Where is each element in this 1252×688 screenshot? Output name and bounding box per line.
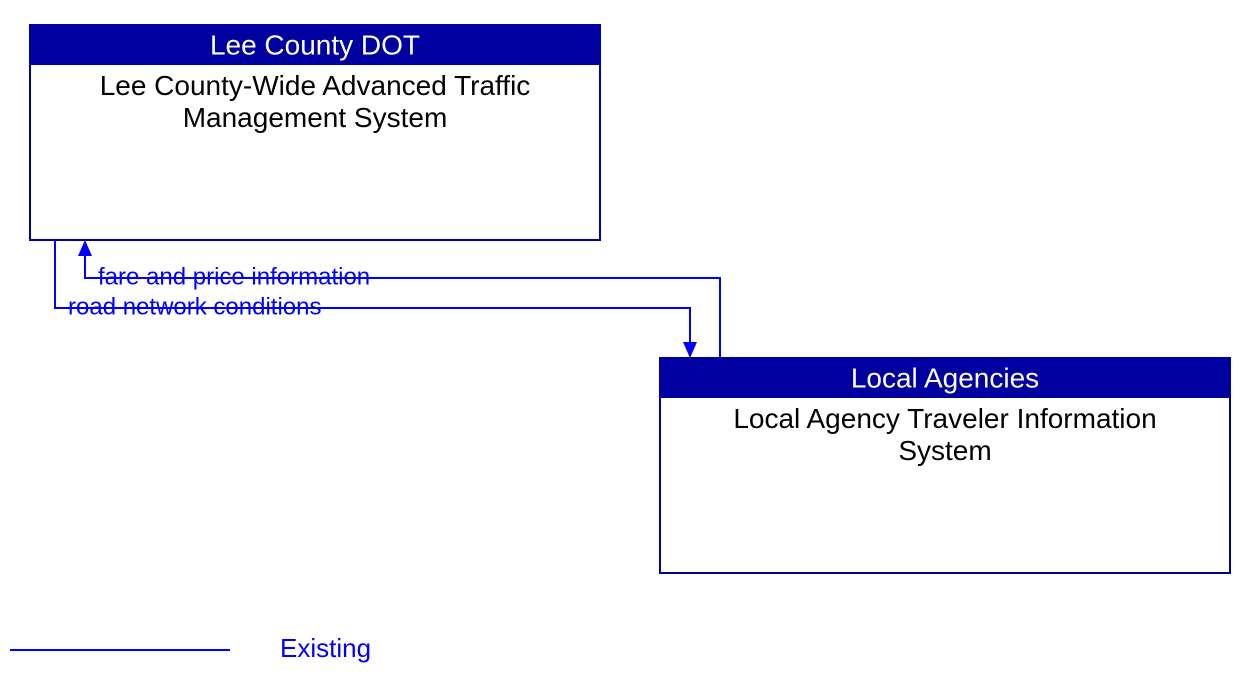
node-header-label: Lee County DOT [210, 29, 420, 60]
flow-road-network-conditions: road network conditions [55, 240, 697, 358]
architecture-diagram: Lee County DOT Lee County-Wide Advanced … [0, 0, 1252, 688]
flow-label: road network conditions [68, 293, 321, 320]
node-title-line1: Lee County-Wide Advanced Traffic [100, 70, 531, 101]
node-local-agencies: Local Agencies Local Agency Traveler Inf… [660, 358, 1230, 573]
flow-label: fare and price information [98, 263, 370, 290]
node-title-line2: System [898, 435, 991, 466]
node-title-line1: Local Agency Traveler Information [733, 403, 1156, 434]
arrowhead-icon [683, 342, 697, 358]
legend-label-existing: Existing [280, 633, 371, 663]
node-header-label: Local Agencies [851, 362, 1039, 393]
legend: Existing [10, 633, 371, 663]
node-title-line2: Management System [183, 102, 448, 133]
node-lee-county-dot: Lee County DOT Lee County-Wide Advanced … [30, 25, 600, 240]
arrowhead-icon [78, 240, 92, 256]
